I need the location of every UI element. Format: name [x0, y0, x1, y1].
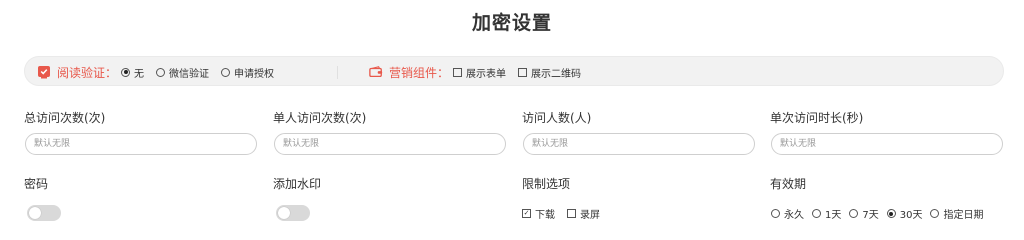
- field-label-visit-duration: 单次访问时长(秒): [770, 111, 864, 125]
- radio-icon: [156, 67, 166, 77]
- verify-option-wechat[interactable]: 微信验证: [156, 65, 209, 80]
- verify-option-authorize[interactable]: 申请授权: [221, 65, 274, 80]
- read-verify-label: 阅读验证：: [57, 65, 118, 80]
- restrict-option-record[interactable]: 录屏: [567, 206, 600, 221]
- checkbox-icon: [453, 67, 463, 77]
- validity-option-1day[interactable]: 1天: [812, 206, 841, 221]
- radio-icon: [886, 209, 896, 218]
- radio-icon: [930, 209, 940, 218]
- restrict-options: ✓ 下载 录屏: [522, 206, 612, 221]
- toggle-knob: [278, 207, 290, 219]
- per-person-visits-input[interactable]: 默认无限: [274, 133, 506, 155]
- visitor-count-input[interactable]: 默认无限: [523, 133, 755, 155]
- restrict-option-download[interactable]: ✓ 下载: [522, 206, 555, 221]
- verify-shield-icon: [37, 65, 51, 79]
- marketing-option-qrcode[interactable]: 展示二维码: [518, 65, 581, 80]
- total-visits-input[interactable]: 默认无限: [25, 133, 257, 155]
- restrict-label: 限制选项: [522, 177, 571, 191]
- password-toggle[interactable]: [27, 205, 61, 221]
- marketing-option-form[interactable]: 展示表单: [453, 65, 506, 80]
- marketing-group: 营销组件： 展示表单 展示二维码: [369, 57, 593, 87]
- verify-option-none[interactable]: 无: [121, 65, 144, 80]
- page-title: 加密设置: [471, 12, 552, 34]
- options-bar: 阅读验证： 无 微信验证 申请授权 营销组件： 展示表单 展示二维码: [24, 56, 1004, 86]
- watermark-label: 添加水印: [273, 177, 322, 191]
- radio-icon: [849, 209, 859, 218]
- wallet-icon: [369, 65, 383, 79]
- divider: [337, 66, 338, 79]
- password-label: 密码: [24, 177, 49, 191]
- field-label-visitor-count: 访问人数(人): [522, 111, 592, 125]
- checkbox-checked-icon: ✓: [522, 209, 531, 218]
- field-label-total-visits: 总访问次数(次): [24, 111, 106, 125]
- validity-option-forever[interactable]: 永久: [771, 206, 804, 221]
- toggle-knob: [29, 207, 41, 219]
- read-verify-group: 阅读验证： 无 微信验证 申请授权: [37, 57, 286, 87]
- validity-option-30days[interactable]: 30天: [886, 206, 922, 221]
- validity-option-custom-date[interactable]: 指定日期: [930, 206, 983, 221]
- watermark-toggle[interactable]: [276, 205, 310, 221]
- checkbox-icon: [518, 67, 528, 77]
- validity-label: 有效期: [770, 177, 807, 191]
- field-label-per-person-visits: 单人访问次数(次): [273, 111, 367, 125]
- radio-icon: [121, 67, 131, 77]
- radio-icon: [221, 67, 231, 77]
- radio-icon: [771, 209, 780, 218]
- marketing-label: 营销组件：: [389, 65, 450, 80]
- validity-options: 永久 1天 7天 30天 指定日期: [771, 206, 983, 221]
- radio-icon: [812, 209, 821, 218]
- checkbox-icon: [567, 209, 576, 218]
- visit-duration-input[interactable]: 默认无限: [771, 133, 1003, 155]
- validity-option-7days[interactable]: 7天: [849, 206, 879, 221]
